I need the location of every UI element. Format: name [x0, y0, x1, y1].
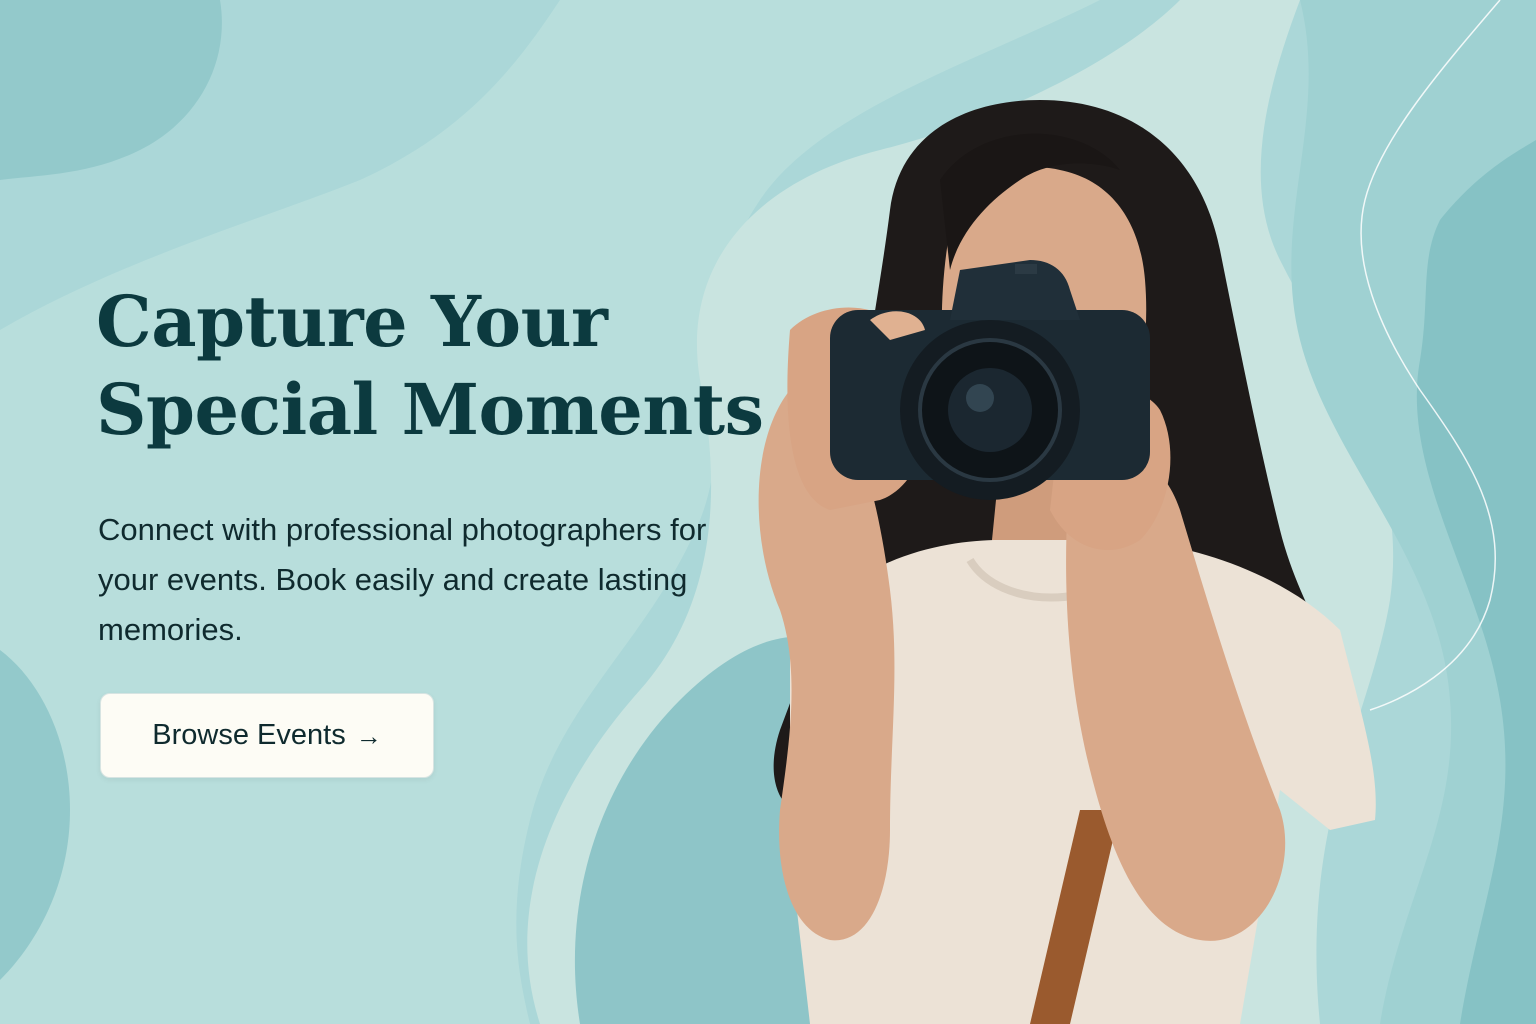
- hero-subtext: Connect with professional photographers …: [98, 512, 707, 647]
- photographer-image: [758, 100, 1376, 1024]
- headline-line-1: Capture Your: [96, 280, 608, 363]
- browse-events-button[interactable]: Browse Events →: [100, 693, 434, 778]
- arrow-right-icon: →: [355, 720, 382, 751]
- hero-section: Capture Your Special Moments Connect wit…: [0, 0, 1536, 1024]
- headline-line-2: Special Moments: [96, 368, 764, 451]
- browse-events-label: Browse Events: [152, 719, 346, 751]
- hero-headline: Capture Your Special Moments: [96, 278, 816, 454]
